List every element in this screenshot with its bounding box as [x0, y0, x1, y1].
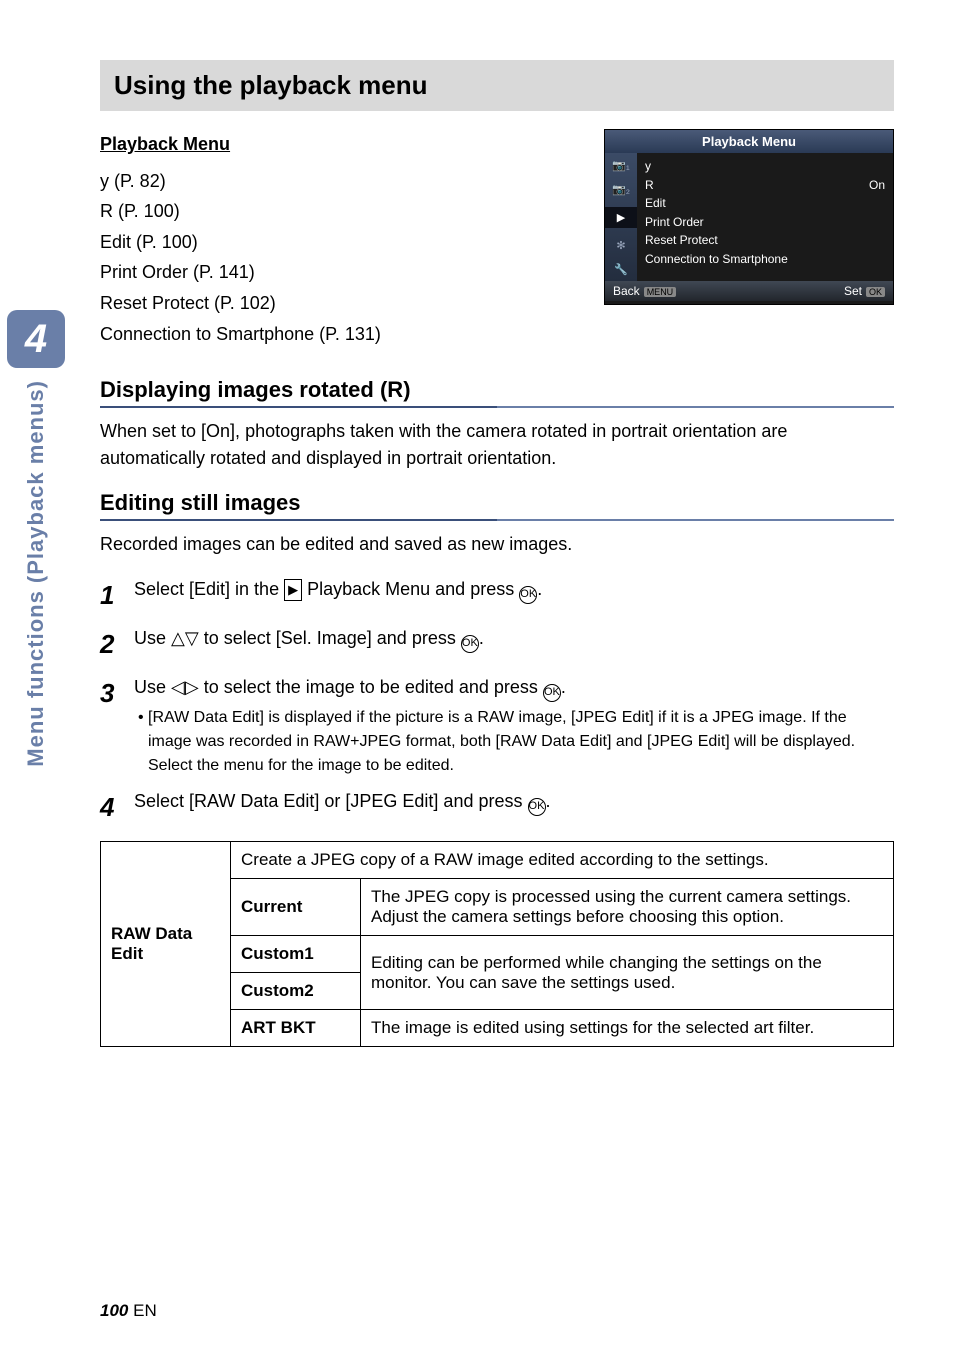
updown-arrow-icon: △▽ [171, 628, 199, 648]
tab-icon: ✻ [616, 239, 625, 252]
pb-line-3: Print Order (P. 141) [100, 262, 255, 282]
table-val: The JPEG copy is processed using the cur… [361, 879, 894, 936]
tab-icon-selected: ▶ [605, 207, 637, 228]
step-number: 2 [100, 625, 134, 664]
table-val: Editing can be performed while changing … [361, 936, 894, 1010]
item-value: On [869, 176, 885, 195]
screenshot-title: Playback Menu [605, 130, 893, 153]
subheading-rotate: Displaying images rotated (R) [100, 377, 894, 408]
table-key: Current [231, 879, 361, 936]
item-label: Connection to Smartphone [645, 250, 788, 269]
item-icon: y [645, 157, 651, 176]
ok-icon: OK [461, 635, 479, 653]
step-number: 1 [100, 576, 134, 615]
step-1: 1 Select [Edit] in the ▶ Playback Menu a… [100, 576, 894, 615]
subheading-edit: Editing still images [100, 490, 894, 521]
side-tab: 4 Menu functions (Playback menus) [0, 310, 72, 767]
rotate-description: When set to [On], photographs taken with… [100, 418, 894, 472]
page-lang: EN [133, 1301, 157, 1320]
item-label: Print Order [645, 213, 704, 232]
step-3-note: [RAW Data Edit] is displayed if the pict… [134, 706, 894, 778]
pb-line-0: y (P. 82) [100, 171, 166, 191]
table-val: The image is edited using settings for t… [361, 1010, 894, 1047]
ok-button-icon: OK [866, 287, 885, 297]
screenshot-tab-strip: 📷₁ 📷₂ ▶ ✻ 🔧 [605, 153, 637, 281]
menu-button-icon: MENU [644, 287, 677, 297]
table-key: Custom2 [231, 973, 361, 1010]
table-row-header: RAW Data Edit [101, 842, 231, 1047]
screenshot-items: y R On Edit Print Order Reset Protect Con… [637, 153, 893, 281]
item-label: Edit [645, 194, 666, 213]
chapter-number-badge: 4 [7, 310, 65, 368]
step-3: 3 Use ◁▷ to select the image to be edite… [100, 674, 894, 778]
step-2: 2 Use △▽ to select [Sel. Image] and pres… [100, 625, 894, 664]
leftright-arrow-icon: ◁▷ [171, 677, 199, 697]
play-icon: ▶ [284, 579, 302, 601]
ok-icon: OK [519, 586, 537, 604]
pb-line-4: Reset Protect (P. 102) [100, 293, 276, 313]
rotate-icon: R [387, 377, 403, 402]
step-number: 4 [100, 788, 134, 827]
table-key: Custom1 [231, 936, 361, 973]
edit-description: Recorded images can be edited and saved … [100, 531, 894, 558]
tab-icon: 📷₁ [612, 159, 629, 172]
raw-edit-table: RAW Data Edit Create a JPEG copy of a RA… [100, 841, 894, 1047]
item-icon: R [645, 176, 654, 195]
playback-menu-list: Playback Menu y (P. 82) R (P. 100) Edit … [100, 129, 381, 349]
pb-line-2: Edit (P. 100) [100, 232, 198, 252]
camera-menu-screenshot: Playback Menu 📷₁ 📷₂ ▶ ✻ 🔧 y R On Edit Pri… [604, 129, 894, 305]
chapter-title-vertical: Menu functions (Playback menus) [23, 380, 49, 767]
ok-icon: OK [528, 798, 546, 816]
table-key: ART BKT [231, 1010, 361, 1047]
table-caption: Create a JPEG copy of a RAW image edited… [231, 842, 894, 879]
tab-icon: 📷₂ [612, 183, 630, 196]
ok-icon: OK [543, 684, 561, 702]
page-number: 100 [100, 1301, 128, 1320]
section-heading: Using the playback menu [100, 60, 894, 111]
item-label: Reset Protect [645, 231, 718, 250]
footer-set: SetOK [844, 284, 885, 298]
page-footer: 100 EN [100, 1301, 157, 1321]
pb-line-1: R (P. 100) [100, 201, 180, 221]
footer-back: BackMENU [613, 284, 676, 298]
steps-list: 1 Select [Edit] in the ▶ Playback Menu a… [100, 576, 894, 827]
playback-menu-heading: Playback Menu [100, 129, 230, 160]
pb-line-5: Connection to Smartphone (P. 131) [100, 324, 381, 344]
step-number: 3 [100, 674, 134, 713]
step-4: 4 Select [RAW Data Edit] or [JPEG Edit] … [100, 788, 894, 827]
tab-icon: 🔧 [614, 263, 628, 276]
